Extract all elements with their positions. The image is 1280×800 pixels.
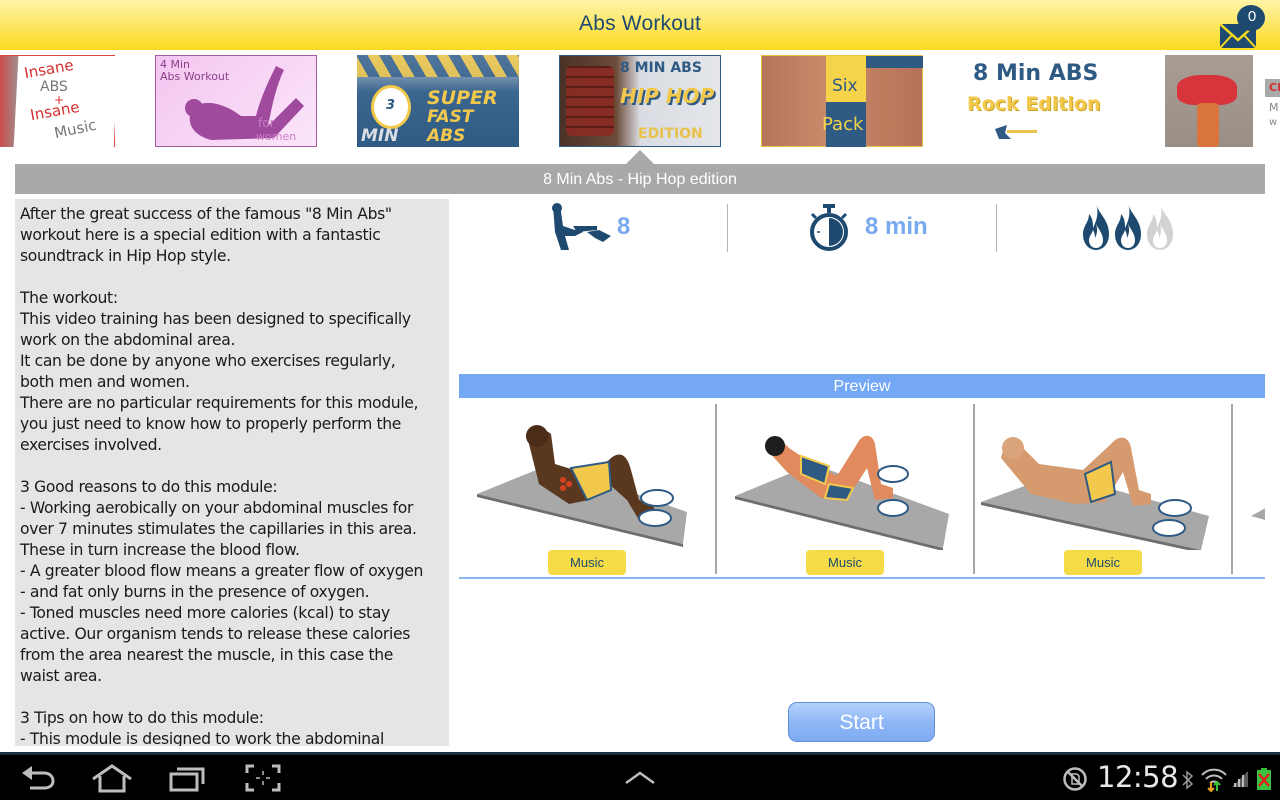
thumb-text: M i	[1269, 101, 1280, 114]
stat-divider	[727, 204, 728, 252]
screenshot-icon[interactable]	[244, 763, 282, 793]
thumb-text: Rock Edition	[967, 93, 1101, 115]
music-button[interactable]: Music	[1064, 550, 1142, 575]
thumb-text: women	[256, 130, 297, 143]
home-icon[interactable]	[90, 763, 134, 793]
exercise-count: 8	[617, 213, 631, 240]
workout-thumb-8-min-abs-rock[interactable]: 8 Min ABS Rock Edition	[963, 55, 1125, 147]
thumb-text: CHES	[1269, 81, 1280, 94]
description-text: After the great success of the famous "8…	[20, 205, 424, 746]
selected-workout-title: 8 Min Abs - Hip Hop edition	[15, 164, 1265, 194]
status-clock: 12:58	[1097, 760, 1179, 794]
workout-thumb-4-min-abs-women[interactable]: 4 Min Abs Workout for women	[155, 55, 317, 147]
guitar-icon	[995, 125, 1037, 139]
workout-carousel[interactable]: Insane ABS + Insane Music 4 Min Abs Work…	[0, 55, 1280, 147]
thumb-text: HIP HOP	[620, 84, 715, 108]
thumb-text: Pack	[822, 114, 864, 135]
thumb-text: EDITION	[638, 126, 703, 142]
stopwatch-icon	[810, 204, 848, 251]
flame-icon-empty	[1147, 204, 1173, 250]
workout-thumb-super-fast-abs[interactable]: 3 SUPER FAST MIN ABS	[357, 55, 519, 147]
preview-item: Music	[975, 398, 1231, 576]
signal-icon	[1232, 771, 1248, 787]
battery-icon	[1257, 768, 1271, 790]
recent-apps-icon[interactable]	[168, 763, 208, 793]
preview-header: Preview	[459, 374, 1265, 398]
stat-difficulty	[1079, 200, 1177, 254]
system-navigation-bar: 12:58	[0, 752, 1280, 800]
thumb-text: SUPER	[427, 87, 498, 109]
no-sim-icon	[1063, 767, 1087, 791]
thumb-text: 8 MIN ABS	[620, 60, 702, 76]
exercise-figure-dark-male	[477, 425, 687, 547]
flame-icon-filled	[1083, 204, 1109, 250]
bluetooth-icon	[1182, 770, 1194, 790]
stat-divider	[996, 204, 997, 252]
thumb-text: FAST	[427, 107, 474, 127]
preview-bottom-divider	[459, 577, 1265, 579]
selected-indicator-arrow	[626, 150, 654, 164]
preview-item: Music	[717, 398, 973, 576]
thumb-text: MIN	[361, 126, 399, 146]
action-bar: Abs Workout 0	[0, 0, 1280, 50]
workout-thumb-six-pack[interactable]: Six Pack	[761, 55, 923, 147]
situp-figure-icon	[552, 203, 611, 250]
exercise-figure-female	[735, 435, 949, 550]
thumb-text: 8 Min ABS	[973, 61, 1099, 86]
description-panel[interactable]: After the great success of the famous "8…	[15, 199, 449, 746]
thumb-text: w o r	[1269, 117, 1280, 128]
workout-thumb-insane-abs[interactable]: Insane ABS + Insane Music	[0, 55, 115, 147]
workout-thumb-chest[interactable]: CHES M i w o r	[1165, 55, 1280, 147]
app-root: Abs Workout 0 Insane ABS + Insane Music …	[0, 0, 1280, 800]
thumb-text: Abs Workout	[160, 70, 230, 83]
notification-count-badge: 0	[1247, 8, 1257, 25]
chevron-up-icon[interactable]	[623, 763, 657, 793]
app-title: Abs Workout	[578, 12, 702, 35]
exercise-figure-bald-male	[981, 437, 1209, 550]
music-button[interactable]: Music	[548, 550, 626, 575]
flame-icon-filled	[1115, 204, 1141, 250]
start-button[interactable]: Start	[788, 702, 935, 742]
preview-item-partial	[1233, 398, 1265, 576]
exercise-figure-partial	[1251, 508, 1265, 520]
preview-carousel[interactable]: Music Music Music	[459, 398, 1265, 578]
thumb-text: ABS	[427, 126, 466, 146]
duration-value: 8 min	[865, 213, 928, 240]
thumb-text: Six	[832, 76, 858, 96]
thumb-text: for	[258, 116, 275, 130]
back-icon[interactable]	[20, 763, 58, 793]
wifi-icon	[1201, 768, 1227, 793]
workout-thumb-8-min-abs-hiphop[interactable]: 8 MIN ABS HIP HOP EDITION	[559, 55, 721, 147]
workout-stats: 8 8 min	[459, 200, 1265, 254]
thumb-text: 3	[386, 98, 396, 113]
stat-exercises: 8	[547, 200, 630, 254]
messages-button[interactable]: 0	[1216, 2, 1278, 50]
preview-item: Music	[459, 398, 715, 576]
music-button[interactable]: Music	[806, 550, 884, 575]
stat-duration: 8 min	[807, 200, 928, 254]
